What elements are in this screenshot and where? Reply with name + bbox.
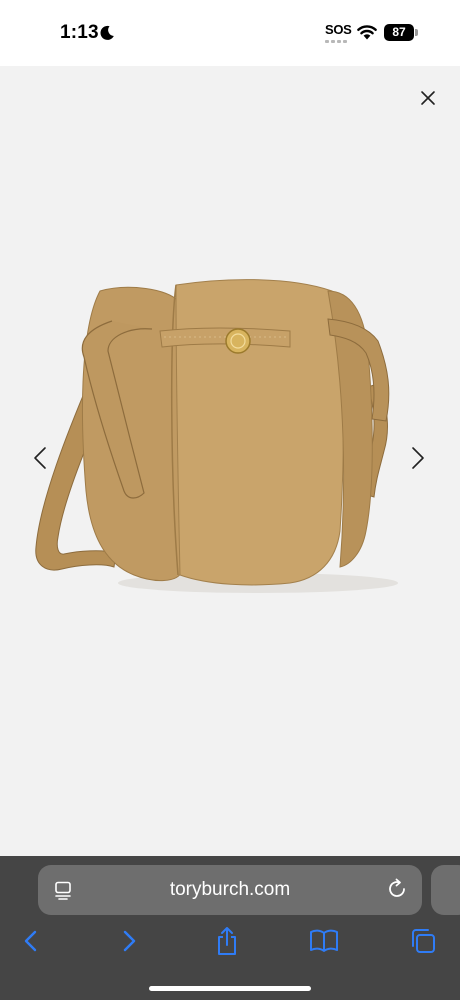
product-image — [35, 279, 398, 593]
battery-indicator: 87 — [384, 24, 418, 41]
back-button[interactable] — [14, 926, 48, 956]
sos-indicator: SOS — [325, 22, 352, 45]
wifi-icon — [357, 25, 377, 40]
tabs-button[interactable] — [406, 926, 440, 956]
share-button[interactable] — [210, 926, 244, 956]
sos-label: SOS — [325, 22, 352, 37]
home-indicator[interactable] — [149, 986, 311, 991]
page-menu-icon[interactable] — [53, 880, 73, 900]
url-text[interactable]: toryburch.com — [98, 879, 362, 901]
tabs-icon — [412, 929, 435, 953]
forward-icon — [123, 930, 136, 952]
share-icon — [218, 927, 236, 955]
forward-button[interactable] — [112, 926, 146, 956]
close-icon[interactable] — [416, 86, 440, 110]
battery-level: 87 — [392, 25, 406, 39]
bookmarks-button[interactable] — [306, 926, 342, 956]
status-bar: 1:13 SOS 87 — [0, 0, 460, 66]
browser-toolbar: toryburch.com — [0, 856, 460, 1000]
back-icon — [24, 930, 37, 952]
product-image-viewer — [0, 66, 460, 856]
next-tab-preview[interactable] — [431, 865, 460, 915]
status-time: 1:13 — [60, 22, 99, 43]
bookmarks-icon — [310, 929, 338, 952]
signal-dots — [325, 40, 351, 43]
reload-icon[interactable] — [386, 878, 408, 900]
moon-icon — [100, 25, 114, 40]
chevron-right-icon[interactable] — [406, 445, 430, 471]
address-bar[interactable]: toryburch.com — [38, 865, 422, 915]
